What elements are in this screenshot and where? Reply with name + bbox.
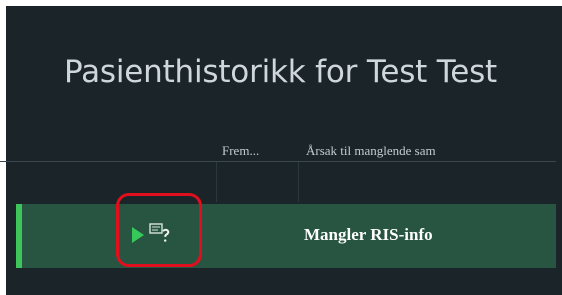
row-status-accent xyxy=(16,204,22,268)
column-header-fremmoete[interactable]: Frem... xyxy=(222,143,259,159)
highlight-annotation xyxy=(116,193,202,267)
screenshot-frame: Pasienthistorikk for Test Test Frem... Å… xyxy=(0,0,562,295)
column-divider xyxy=(216,162,217,202)
header-divider xyxy=(0,161,556,162)
column-header-aarsak[interactable]: Årsak til manglende sam xyxy=(306,143,436,159)
table-row[interactable] xyxy=(16,204,556,268)
page-title: Pasienthistorikk for Test Test xyxy=(64,54,498,90)
column-divider xyxy=(298,162,299,202)
missing-reason-text: Mangler RIS-info xyxy=(304,225,433,244)
